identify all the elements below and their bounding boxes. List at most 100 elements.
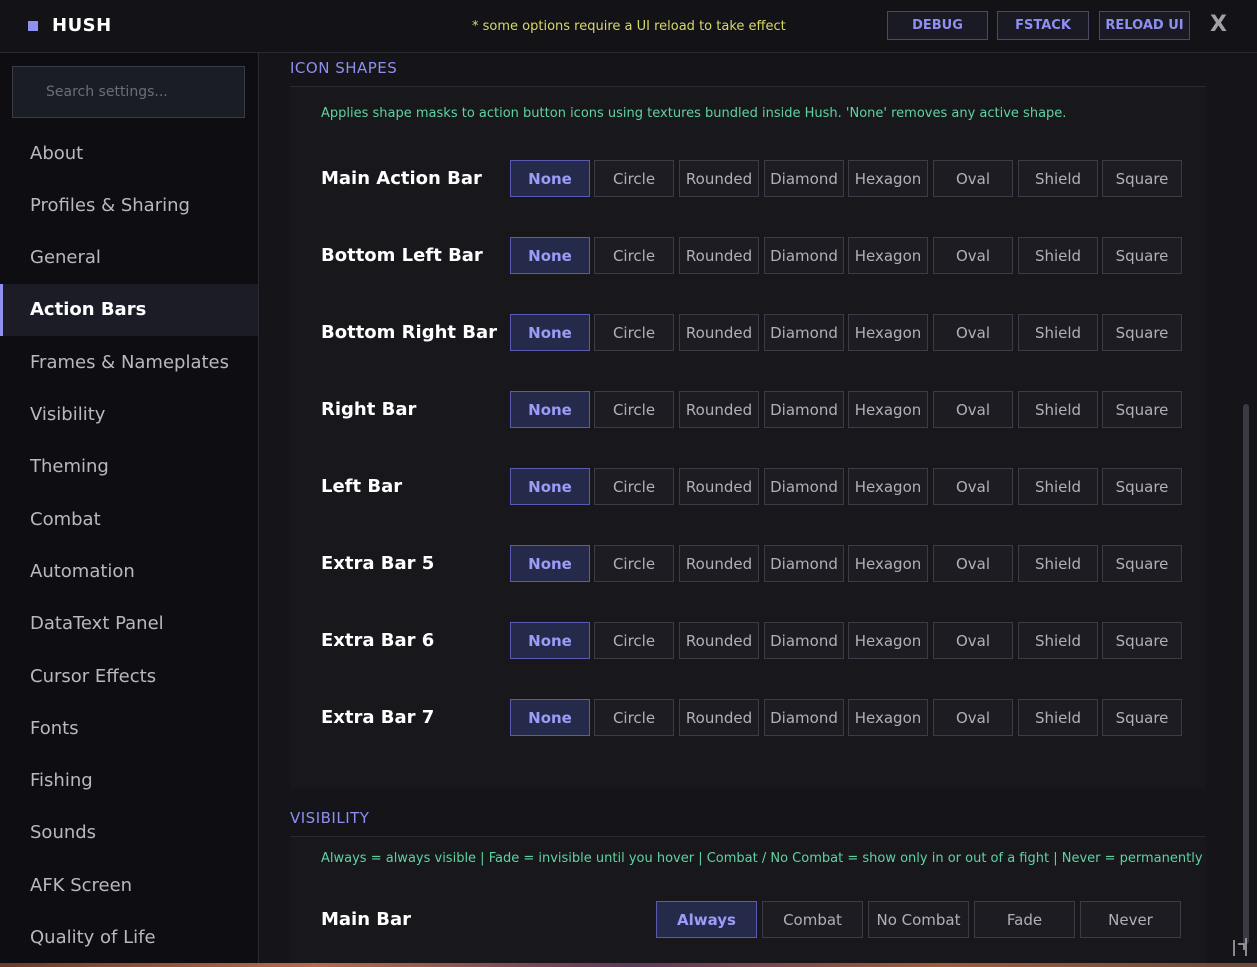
sidebar-item-action-bars[interactable]: Action Bars [0,283,258,336]
sidebar-item-general[interactable]: General [0,232,258,284]
row-label: Main Action Bar [321,168,482,189]
sidebar-item-fishing[interactable]: Fishing [0,755,258,807]
shape-option-none[interactable]: None [510,622,590,659]
game-world-background [0,963,1257,967]
sidebar-item-combat[interactable]: Combat [0,493,258,545]
resize-grip-icon[interactable] [1232,934,1248,958]
shape-option-circle[interactable]: Circle [594,622,674,659]
shape-option-shield[interactable]: Shield [1018,622,1098,659]
shape-option-oval[interactable]: Oval [933,314,1013,351]
shape-option-hexagon[interactable]: Hexagon [848,391,928,428]
fstack-button[interactable]: FSTACK [997,11,1089,40]
shape-option-square[interactable]: Square [1102,622,1182,659]
shape-option-oval[interactable]: Oval [933,468,1013,505]
debug-button[interactable]: DEBUG [887,11,988,40]
shape-option-circle[interactable]: Circle [594,160,674,197]
reload-note: * some options require a UI reload to ta… [472,19,786,34]
shape-option-diamond[interactable]: Diamond [764,314,844,351]
shape-option-circle[interactable]: Circle [594,699,674,736]
sidebar-item-fonts[interactable]: Fonts [0,702,258,754]
visibility-option-combat[interactable]: Combat [762,901,863,938]
shape-option-square[interactable]: Square [1102,545,1182,582]
shape-option-square[interactable]: Square [1102,314,1182,351]
shape-option-circle[interactable]: Circle [594,314,674,351]
shape-option-diamond[interactable]: Diamond [764,237,844,274]
sidebar-item-automation[interactable]: Automation [0,545,258,597]
shape-option-hexagon[interactable]: Hexagon [848,468,928,505]
shape-option-shield[interactable]: Shield [1018,160,1098,197]
shape-option-square[interactable]: Square [1102,699,1182,736]
shape-option-hexagon[interactable]: Hexagon [848,622,928,659]
sidebar-item-about[interactable]: About [0,127,258,179]
shape-option-square[interactable]: Square [1102,391,1182,428]
section-title-visibility: VISIBILITY [290,809,370,827]
shape-option-rounded[interactable]: Rounded [679,314,759,351]
shape-option-oval[interactable]: Oval [933,622,1013,659]
visibility-option-never[interactable]: Never [1080,901,1181,938]
shape-option-shield[interactable]: Shield [1018,545,1098,582]
visibility-option-always[interactable]: Always [656,901,757,938]
shape-option-hexagon[interactable]: Hexagon [848,699,928,736]
sidebar-item-quality-of-life[interactable]: Quality of Life [0,912,258,964]
shape-option-circle[interactable]: Circle [594,468,674,505]
shape-option-rounded[interactable]: Rounded [679,622,759,659]
title-bar: HUSH * some options require a UI reload … [0,0,1257,53]
shape-option-square[interactable]: Square [1102,468,1182,505]
sidebar-item-datatext-panel[interactable]: DataText Panel [0,598,258,650]
shape-option-oval[interactable]: Oval [933,545,1013,582]
close-icon[interactable]: X [1210,12,1227,37]
sidebar-item-afk-screen[interactable]: AFK Screen [0,859,258,911]
shape-option-shield[interactable]: Shield [1018,237,1098,274]
row-label: Extra Bar 7 [321,707,435,728]
reload-ui-button[interactable]: RELOAD UI [1099,11,1190,40]
sidebar-item-visibility[interactable]: Visibility [0,389,258,441]
shape-option-diamond[interactable]: Diamond [764,468,844,505]
shape-option-hexagon[interactable]: Hexagon [848,160,928,197]
shape-option-hexagon[interactable]: Hexagon [848,237,928,274]
shape-option-rounded[interactable]: Rounded [679,160,759,197]
shape-option-hexagon[interactable]: Hexagon [848,314,928,351]
shape-option-circle[interactable]: Circle [594,391,674,428]
shape-option-circle[interactable]: Circle [594,545,674,582]
shape-option-diamond[interactable]: Diamond [764,622,844,659]
shape-option-diamond[interactable]: Diamond [764,699,844,736]
sidebar-item-cursor-effects[interactable]: Cursor Effects [0,650,258,702]
sidebar-item-theming[interactable]: Theming [0,441,258,493]
shape-option-rounded[interactable]: Rounded [679,237,759,274]
shape-option-shield[interactable]: Shield [1018,699,1098,736]
search-input[interactable] [12,66,245,118]
shape-option-hexagon[interactable]: Hexagon [848,545,928,582]
shape-option-oval[interactable]: Oval [933,160,1013,197]
shape-option-rounded[interactable]: Rounded [679,391,759,428]
shape-option-rounded[interactable]: Rounded [679,468,759,505]
visibility-option-no-combat[interactable]: No Combat [868,901,969,938]
sidebar-item-frames-nameplates[interactable]: Frames & Nameplates [0,336,258,388]
shape-option-none[interactable]: None [510,468,590,505]
scrollbar-thumb[interactable] [1243,404,1249,944]
shape-option-none[interactable]: None [510,314,590,351]
shape-option-none[interactable]: None [510,160,590,197]
shape-option-diamond[interactable]: Diamond [764,545,844,582]
row-label: Bottom Right Bar [321,322,498,343]
sidebar-item-profiles-sharing[interactable]: Profiles & Sharing [0,179,258,231]
visibility-option-fade[interactable]: Fade [974,901,1075,938]
shape-option-oval[interactable]: Oval [933,391,1013,428]
visibility-description: Always = always visible | Fade = invisib… [321,851,1203,866]
shape-option-diamond[interactable]: Diamond [764,391,844,428]
shape-option-none[interactable]: None [510,391,590,428]
sidebar-item-sounds[interactable]: Sounds [0,807,258,859]
shape-option-rounded[interactable]: Rounded [679,545,759,582]
shape-option-diamond[interactable]: Diamond [764,160,844,197]
shape-option-oval[interactable]: Oval [933,237,1013,274]
shape-option-oval[interactable]: Oval [933,699,1013,736]
shape-option-circle[interactable]: Circle [594,237,674,274]
shape-option-rounded[interactable]: Rounded [679,699,759,736]
shape-option-none[interactable]: None [510,545,590,582]
shape-option-shield[interactable]: Shield [1018,391,1098,428]
shape-option-shield[interactable]: Shield [1018,468,1098,505]
shape-option-none[interactable]: None [510,237,590,274]
shape-option-none[interactable]: None [510,699,590,736]
shape-option-square[interactable]: Square [1102,160,1182,197]
shape-option-shield[interactable]: Shield [1018,314,1098,351]
shape-option-square[interactable]: Square [1102,237,1182,274]
